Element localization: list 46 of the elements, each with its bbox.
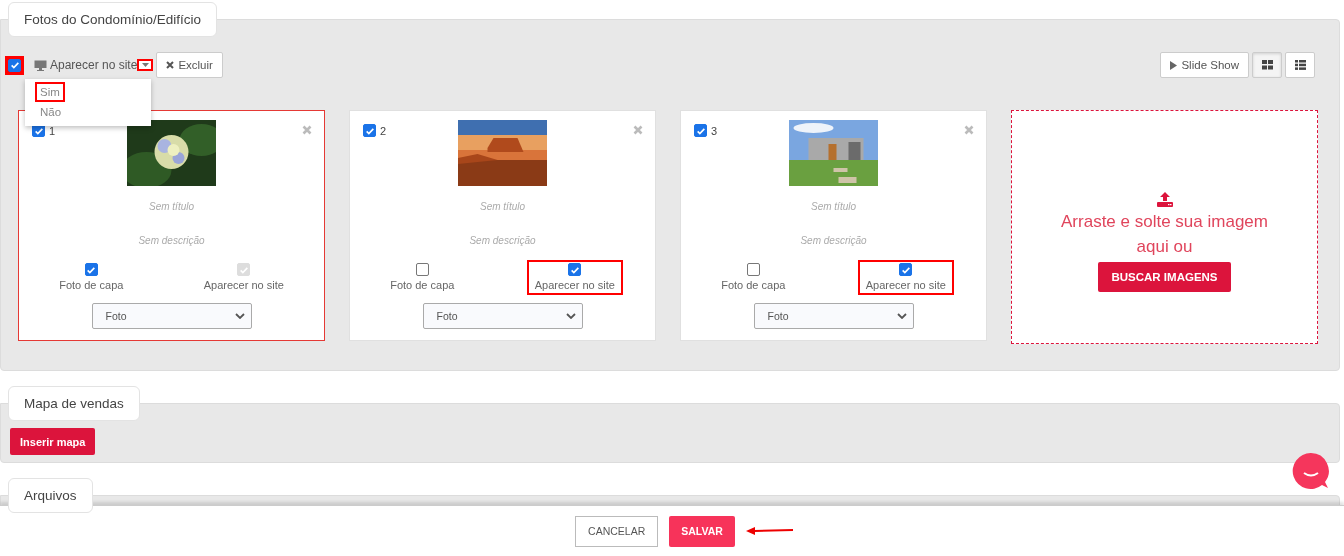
view-button[interactable] (1252, 52, 1282, 78)
checkbox[interactable] (363, 124, 376, 137)
section-tab[interactable]: Mapa de vendas (8, 386, 140, 421)
checkbox[interactable] (899, 263, 913, 276)
photo-number: 1 (49, 124, 56, 137)
dropdown-toggle[interactable] (137, 59, 154, 71)
close-icon (166, 61, 175, 69)
checkbox-label: Foto de capa (721, 279, 786, 291)
upload-icon (1156, 192, 1173, 207)
monitor-icon (34, 59, 47, 71)
visibility-button[interactable]: Aparecer no site (24, 54, 138, 76)
chevron-icon (234, 313, 245, 319)
browse-button[interactable]: BUSCAR IMAGENS (1098, 262, 1231, 292)
arrow-annotation (745, 527, 794, 535)
caret-icon (141, 63, 149, 67)
checkbox[interactable] (694, 124, 707, 137)
dropzone-text: Arraste e solte sua imagem aqui ou (1060, 211, 1269, 258)
photo-number: 3 (711, 124, 718, 137)
checkbox-label: Aparecer no site (865, 279, 946, 291)
section-tab[interactable]: Arquivos (8, 478, 93, 513)
section-tab[interactable]: Fotos do Condomínio/Edifício (8, 2, 218, 37)
grid-icon (1261, 60, 1273, 70)
chevron-icon (896, 313, 907, 319)
slideshow-button[interactable]: Slide Show (1160, 52, 1249, 78)
checkbox-label: Aparecer no site (203, 279, 284, 291)
type-select[interactable]: Foto (753, 303, 914, 329)
delete-button[interactable]: Excluir (156, 52, 223, 78)
checkbox[interactable] (568, 263, 582, 276)
photo-number: 2 (380, 124, 387, 137)
menu-item[interactable]: Não (35, 102, 67, 122)
checkbox-label: Aparecer no site (534, 279, 615, 291)
checkbox[interactable] (746, 263, 760, 276)
cancel-button[interactable]: CANCELAR (575, 515, 659, 547)
menu-item[interactable]: Sim (35, 82, 65, 102)
chevron-icon (565, 313, 576, 319)
checkbox-label: Foto de capa (59, 279, 124, 291)
insert-map-button[interactable]: Inserir mapa (10, 428, 96, 455)
save-button[interactable]: SALVAR (669, 515, 735, 547)
list-icon (1294, 60, 1306, 70)
view-button[interactable] (1285, 52, 1315, 78)
checkbox[interactable] (415, 263, 429, 276)
checkbox-label: Foto de capa (390, 279, 455, 291)
chat-icon[interactable] (1292, 452, 1330, 490)
play-icon (1170, 60, 1178, 70)
upload-dropzone[interactable]: Arraste e solte sua imagem aqui ou BUSCAR IMAGENS (1011, 110, 1318, 344)
type-select[interactable]: Foto (422, 303, 583, 329)
